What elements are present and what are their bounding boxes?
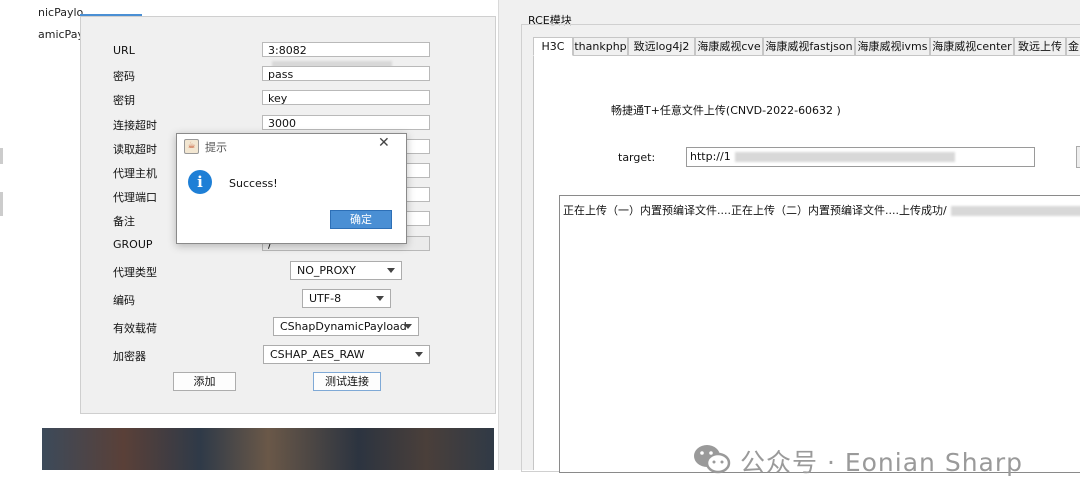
test-connection-button[interactable]: 测试连接	[313, 372, 381, 391]
redacted-blur	[734, 152, 955, 162]
background-window	[0, 0, 80, 470]
group-label: GROUP	[113, 238, 153, 251]
encoding-value: UTF-8	[309, 292, 342, 305]
chevron-down-icon	[415, 352, 423, 357]
payload-value: CShapDynamicPayload	[280, 320, 407, 333]
tab-overflow[interactable]: 金	[1066, 37, 1080, 56]
close-icon[interactable]: ✕	[378, 135, 390, 151]
output-text: 正在上传（一）内置预编译文件....正在上传（二）内置预编译文件....上传成功…	[563, 202, 1080, 218]
tab-thankphp[interactable]: thankphp	[573, 37, 628, 56]
add-button[interactable]: 添加	[173, 372, 236, 391]
connect-timeout-field[interactable]: 3000	[262, 115, 430, 130]
target-value: http://1	[690, 150, 731, 163]
payload-label: 有效载荷	[113, 322, 157, 335]
encoding-label: 编码	[113, 294, 135, 307]
payload-select[interactable]: CShapDynamicPayload	[273, 317, 419, 336]
tab-seeyon-upload[interactable]: 致远上传	[1014, 37, 1066, 56]
info-icon: i	[188, 170, 212, 194]
background-photo	[42, 428, 494, 470]
tab-hikvision-ivms[interactable]: 海康威视ivms	[855, 37, 930, 56]
proxy-type-label: 代理类型	[113, 266, 157, 279]
vuln-title: 畅捷通T+任意文件上传(CNVD-2022-60632 )	[611, 104, 841, 117]
background-edge-mark	[0, 192, 3, 216]
password-label: 密码	[113, 70, 135, 83]
dialog-message: Success!	[229, 177, 278, 190]
chevron-down-icon	[376, 296, 384, 301]
secret-key-field[interactable]: key	[262, 90, 430, 105]
execute-button-partial[interactable]	[1076, 146, 1080, 168]
tab-seeyon-log4j2[interactable]: 致远log4j2	[628, 37, 695, 56]
watermark-text: 公众号 · Eonian Sharp	[740, 448, 1024, 477]
proxy-port-label: 代理端口	[113, 191, 157, 204]
secret-key-label: 密钥	[113, 94, 135, 107]
target-label: target:	[618, 151, 656, 164]
tab-h3c[interactable]: H3C	[533, 37, 573, 56]
background-gap	[42, 415, 494, 428]
read-timeout-label: 读取超时	[113, 143, 157, 156]
remark-label: 备注	[113, 215, 135, 228]
encryptor-value: CSHAP_AES_RAW	[270, 348, 365, 361]
password-field[interactable]: pass	[262, 66, 430, 81]
output-message: 正在上传（一）内置预编译文件....正在上传（二）内置预编译文件....上传成功…	[563, 204, 947, 217]
encryptor-label: 加密器	[113, 350, 146, 363]
background-edge-mark	[0, 148, 3, 164]
redacted-blur	[950, 206, 1080, 216]
rce-tab-bar: H3C thankphp 致远log4j2 海康威视cve 海康威视fastjs…	[533, 37, 1080, 56]
url-label: URL	[113, 44, 135, 57]
output-textarea[interactable]	[559, 195, 1080, 473]
wechat-icon	[694, 445, 731, 474]
java-app-icon: ☕	[184, 139, 199, 154]
url-value: 3:8082	[268, 44, 307, 57]
proxy-type-select[interactable]: NO_PROXY	[290, 261, 402, 280]
ok-button[interactable]: 确定	[330, 210, 392, 229]
proxy-type-value: NO_PROXY	[297, 264, 356, 277]
chevron-down-icon	[387, 268, 395, 273]
target-input[interactable]: http://1	[686, 147, 1035, 167]
encryptor-select[interactable]: CSHAP_AES_RAW	[263, 345, 430, 364]
tab-hikvision-fastjson[interactable]: 海康威视fastjson	[763, 37, 855, 56]
connect-timeout-label: 连接超时	[113, 119, 157, 132]
encoding-select[interactable]: UTF-8	[302, 289, 391, 308]
tab-hikvision-cve[interactable]: 海康威视cve	[695, 37, 763, 56]
chevron-down-icon	[404, 324, 412, 329]
url-field[interactable]: 3:8082	[262, 42, 430, 71]
background-list-item: nicPaylo	[38, 6, 84, 19]
dialog-title: 提示	[205, 141, 227, 154]
tab-hikvision-center[interactable]: 海康威视center	[930, 37, 1014, 56]
proxy-host-label: 代理主机	[113, 167, 157, 180]
